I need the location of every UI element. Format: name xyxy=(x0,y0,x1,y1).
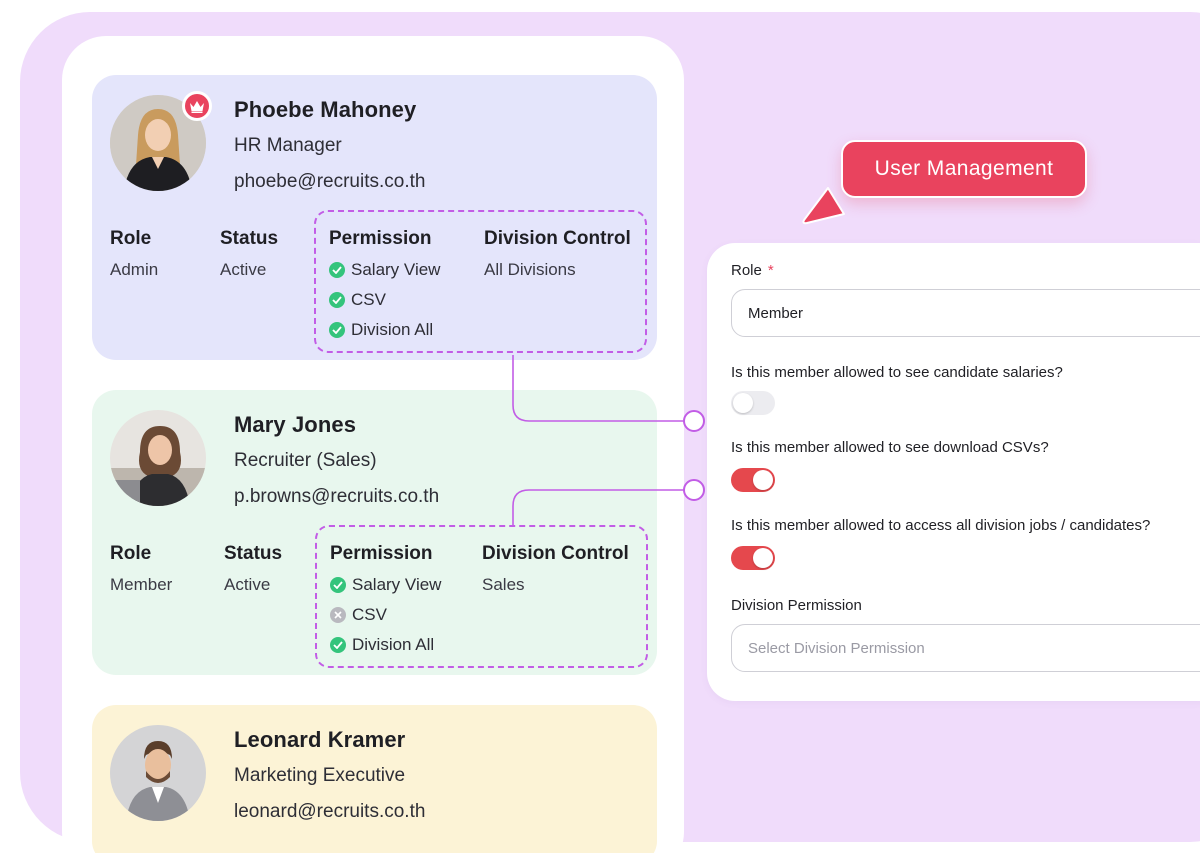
role-value: Admin xyxy=(110,260,159,279)
crown-icon xyxy=(182,91,212,121)
division-question: Is this member allowed to access all div… xyxy=(731,517,1151,534)
check-icon xyxy=(330,637,346,653)
cross-icon xyxy=(330,607,346,623)
permission-heading: Permission xyxy=(329,228,432,249)
permission-item: Salary View xyxy=(329,260,440,280)
salary-question: Is this member allowed to see candidate … xyxy=(731,364,1063,381)
division-permission-select[interactable]: Select Division Permission xyxy=(731,624,1200,672)
user-card-mary[interactable]: Mary Jones Recruiter (Sales) p.browns@re… xyxy=(92,390,657,675)
user-card-leonard[interactable]: Leonard Kramer Marketing Executive leona… xyxy=(92,705,657,853)
division-value: All Divisions xyxy=(484,260,576,279)
division-heading: Division Control xyxy=(482,543,629,564)
division-toggle[interactable] xyxy=(731,546,775,570)
permission-heading: Permission xyxy=(330,543,433,564)
division-permission-label: Division Permission xyxy=(731,597,862,614)
status-value: Active xyxy=(220,260,267,279)
avatar xyxy=(110,725,206,821)
check-icon xyxy=(329,292,345,308)
role-select[interactable]: Member xyxy=(731,289,1200,337)
user-job-title: HR Manager xyxy=(234,135,342,156)
permission-item: Salary View xyxy=(330,575,441,595)
role-value: Member xyxy=(110,575,173,594)
user-management-badge: User Management xyxy=(841,140,1087,198)
permission-item: Division All xyxy=(330,635,434,655)
badge-pointer-icon xyxy=(802,187,845,225)
avatar xyxy=(110,410,206,506)
status-heading: Status xyxy=(224,543,283,564)
user-email: phoebe@recruits.co.th xyxy=(234,171,426,192)
csv-toggle[interactable] xyxy=(731,468,775,492)
salary-toggle[interactable] xyxy=(731,391,775,415)
permission-item: Division All xyxy=(329,320,433,340)
check-icon xyxy=(330,577,346,593)
permission-item: CSV xyxy=(330,605,387,625)
user-name: Phoebe Mahoney xyxy=(234,97,417,122)
user-email: p.browns@recruits.co.th xyxy=(234,486,440,507)
role-field-label: Role * xyxy=(731,262,774,279)
division-value: Sales xyxy=(482,575,525,594)
check-icon xyxy=(329,322,345,338)
user-email: leonard@recruits.co.th xyxy=(234,801,426,822)
permission-form: Role * Member Is this member allowed to s… xyxy=(707,243,1200,701)
required-mark: * xyxy=(767,262,774,279)
user-job-title: Recruiter (Sales) xyxy=(234,450,377,471)
user-job-title: Marketing Executive xyxy=(234,765,406,786)
role-heading: Role xyxy=(110,543,152,564)
status-heading: Status xyxy=(220,228,279,249)
division-heading: Division Control xyxy=(484,228,631,249)
user-name: Leonard Kramer xyxy=(234,727,406,752)
check-icon xyxy=(329,262,345,278)
csv-question: Is this member allowed to see download C… xyxy=(731,439,1049,456)
status-value: Active xyxy=(224,575,271,594)
user-name: Mary Jones xyxy=(234,412,357,437)
user-card-phoebe[interactable]: Phoebe Mahoney HR Manager phoebe@recruit… xyxy=(92,75,657,360)
permission-item: CSV xyxy=(329,290,386,310)
role-heading: Role xyxy=(110,228,152,249)
